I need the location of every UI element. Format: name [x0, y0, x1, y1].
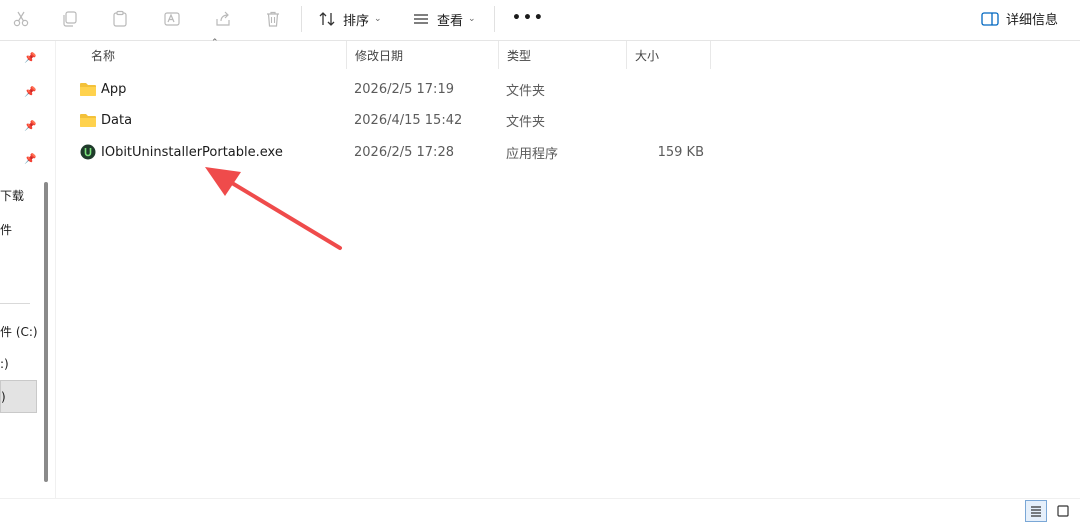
toolbar-separator	[301, 6, 302, 32]
nav-scrollbar[interactable]	[44, 182, 48, 482]
details-pane-button[interactable]: 详细信息	[981, 9, 1058, 28]
nav-item-drive[interactable]: :)	[0, 357, 9, 371]
share-icon[interactable]	[210, 8, 236, 30]
nav-item-documents[interactable]: 件	[0, 221, 12, 238]
details-view-icon	[1031, 506, 1041, 517]
file-name: Data	[101, 112, 133, 128]
red-arrow-annotation	[205, 167, 342, 250]
iobit-app-icon	[80, 144, 96, 160]
folder-icon	[80, 83, 96, 96]
nav-item-selected-label: )	[1, 390, 6, 404]
file-size	[616, 105, 704, 135]
sort-ascending-icon: ⌃	[211, 38, 219, 48]
file-date: 2026/2/5 17:19	[354, 81, 454, 97]
nav-item-downloads[interactable]: 下载	[0, 187, 24, 204]
command-bar: 排序 ⌄ 查看 ⌄ ••• 详细信息	[0, 0, 1080, 41]
column-separator[interactable]	[710, 41, 711, 69]
file-name: App	[101, 81, 127, 97]
file-row[interactable]: IObitUninstallerPortable.exe 2026/2/5 17…	[56, 137, 716, 167]
paste-icon[interactable]	[107, 8, 133, 30]
details-pane-icon	[981, 11, 999, 26]
sort-icon	[319, 12, 335, 26]
file-date: 2026/2/5 17:28	[354, 144, 454, 160]
nav-divider	[0, 303, 30, 304]
details-label: 详细信息	[1005, 13, 1058, 28]
sort-label: 排序	[343, 13, 370, 29]
column-separator[interactable]	[626, 41, 627, 69]
column-header-row: 名称 修改日期 类型 大小	[56, 41, 716, 69]
cut-icon[interactable]	[8, 8, 34, 30]
chevron-down-icon: ⌄	[374, 14, 382, 24]
file-size: 159 KB	[657, 144, 704, 160]
file-row[interactable]: Data 2026/4/15 15:42 文件夹	[56, 105, 716, 135]
folder-icon	[80, 114, 96, 127]
file-type: 文件夹	[506, 83, 546, 99]
pin-icon: 📌	[24, 87, 37, 98]
file-date: 2026/4/15 15:42	[354, 112, 463, 128]
column-header-type[interactable]: 类型	[500, 41, 626, 69]
pin-icon: 📌	[24, 53, 37, 64]
column-separator[interactable]	[498, 41, 499, 69]
file-size	[616, 74, 704, 104]
rename-icon[interactable]	[159, 8, 185, 30]
chevron-down-icon: ⌄	[468, 14, 476, 24]
delete-icon[interactable]	[260, 8, 286, 30]
sort-button[interactable]: 排序 ⌄	[318, 9, 382, 29]
copy-icon[interactable]	[57, 8, 83, 30]
large-icons-view-icon	[1057, 505, 1069, 517]
file-type: 应用程序	[506, 146, 559, 162]
file-type: 文件夹	[506, 114, 546, 130]
column-header-size[interactable]: 大小	[628, 41, 710, 69]
details-view-button[interactable]	[1025, 500, 1047, 522]
more-options-button[interactable]: •••	[512, 10, 545, 26]
pin-icon: 📌	[24, 154, 37, 165]
view-label: 查看	[437, 13, 464, 29]
toolbar-separator	[494, 6, 495, 32]
column-separator[interactable]	[346, 41, 347, 69]
column-header-date[interactable]: 修改日期	[348, 41, 498, 69]
view-icon	[414, 14, 428, 24]
pin-icon: 📌	[24, 121, 37, 132]
nav-item-drive-c[interactable]: 件 (C:)	[0, 323, 38, 340]
large-icons-view-button[interactable]	[1052, 500, 1074, 522]
file-row[interactable]: App 2026/2/5 17:19 文件夹	[56, 74, 716, 104]
status-bar	[0, 498, 1080, 526]
nav-item-selected-drive[interactable]: )	[0, 380, 37, 413]
view-button[interactable]: 查看 ⌄	[412, 9, 476, 29]
